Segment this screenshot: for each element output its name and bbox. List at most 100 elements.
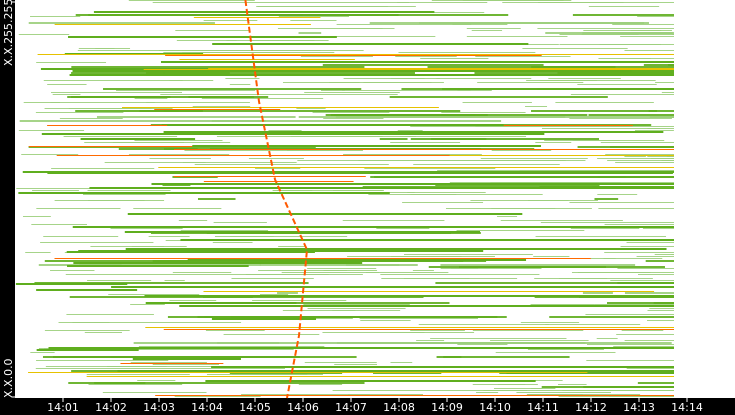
activity-segment	[466, 28, 521, 29]
activity-segment	[87, 190, 171, 191]
activity-segment	[380, 274, 540, 275]
activity-segment	[51, 92, 183, 93]
activity-segment	[336, 24, 472, 25]
activity-segment	[626, 368, 674, 369]
activity-segment	[648, 110, 674, 112]
activity-segment	[30, 16, 81, 17]
activity-segment	[205, 330, 265, 331]
activity-segment	[621, 330, 664, 331]
activity-segment	[75, 110, 203, 112]
activity-line	[37, 54, 674, 55]
activity-segment	[667, 64, 674, 66]
x-tick-label: 14:10	[479, 401, 511, 414]
activity-line	[145, 302, 297, 304]
activity-segment	[545, 324, 641, 325]
activity-segment	[616, 334, 674, 335]
activity-segment	[520, 322, 580, 323]
activity-segment	[43, 80, 183, 81]
activity-line	[180, 239, 674, 241]
activity-line	[111, 286, 674, 288]
activity-segment	[248, 158, 304, 159]
x-tick-label: 14:08	[383, 401, 415, 414]
activity-line	[41, 133, 545, 135]
activity-segment	[281, 272, 380, 273]
activity-segment	[585, 314, 674, 315]
activity-segment	[544, 140, 665, 141]
activity-segment	[241, 394, 370, 395]
activity-segment	[96, 116, 296, 118]
activity-line	[28, 372, 588, 373]
activity-segment	[570, 228, 640, 229]
activity-segment	[416, 340, 445, 341]
activity-segment	[570, 94, 674, 95]
activity-line	[173, 176, 366, 177]
activity-segment	[572, 14, 674, 16]
activity-segment	[598, 208, 674, 209]
activity-segment	[376, 228, 430, 229]
activity-segment	[174, 396, 261, 397]
activity-segment	[134, 98, 168, 99]
activity-segment	[441, 112, 526, 113]
activity-segment	[630, 30, 662, 31]
activity-line	[165, 55, 542, 56]
activity-segment	[530, 388, 556, 389]
activity-segment	[278, 16, 350, 17]
activity-segment	[672, 34, 674, 35]
activity-segment	[419, 22, 649, 24]
ip-time-heatmap: X.X.255.255 X.X.0.0 14:01 14:02 14:03 14:04…	[0, 0, 735, 415]
activity-segment	[339, 28, 383, 29]
activity-line	[73, 262, 363, 264]
activity-line	[143, 69, 675, 70]
y-tick-label-top: X.X.255.255	[2, 0, 15, 66]
activity-segment	[637, 382, 674, 384]
activity-line	[80, 138, 196, 140]
activity-line	[72, 226, 675, 228]
activity-segment	[40, 242, 154, 243]
activity-segment	[131, 246, 187, 247]
activity-line	[54, 24, 311, 25]
y-tick-label-bottom: X.X.0.0	[2, 358, 15, 398]
activity-segment	[323, 270, 347, 271]
activity-segment	[137, 380, 176, 381]
activity-segment	[399, 136, 527, 137]
activity-segment	[470, 200, 598, 201]
activity-segment	[18, 34, 70, 35]
activity-segment	[28, 22, 215, 24]
activity-line	[192, 145, 542, 147]
activity-segment	[612, 24, 674, 25]
activity-segment	[555, 102, 654, 103]
activity-line	[86, 376, 675, 377]
activity-line	[104, 192, 390, 194]
activity-line	[145, 327, 675, 328]
activity-segment	[549, 316, 674, 318]
activity-segment	[102, 392, 207, 393]
activity-line	[36, 289, 138, 291]
activity-segment	[412, 270, 434, 271]
activity-segment	[603, 258, 663, 259]
activity-segment	[649, 116, 674, 118]
activity-segment	[604, 224, 674, 225]
activity-segment	[503, 126, 553, 127]
activity-segment	[655, 82, 674, 83]
activity-segment	[67, 96, 171, 98]
activity-segment	[94, 322, 242, 323]
x-tick-label: 14:09	[431, 401, 463, 414]
activity-segment	[277, 292, 298, 294]
activity-segment	[130, 304, 165, 305]
activity-segment	[52, 94, 81, 95]
activity-segment	[182, 162, 297, 163]
activity-segment	[68, 382, 146, 384]
activity-line	[208, 68, 674, 69]
activity-segment	[558, 384, 587, 385]
activity-segment	[583, 386, 674, 388]
activity-segment	[110, 228, 183, 229]
activity-segment	[231, 374, 323, 375]
activity-segment	[336, 36, 436, 37]
x-tick-label: 14:14	[671, 401, 703, 414]
activity-segment	[249, 40, 315, 41]
activity-segment	[586, 360, 674, 361]
activity-segment	[390, 78, 425, 79]
activity-segment	[605, 154, 674, 155]
activity-line	[127, 213, 523, 215]
activity-segment	[626, 242, 674, 243]
